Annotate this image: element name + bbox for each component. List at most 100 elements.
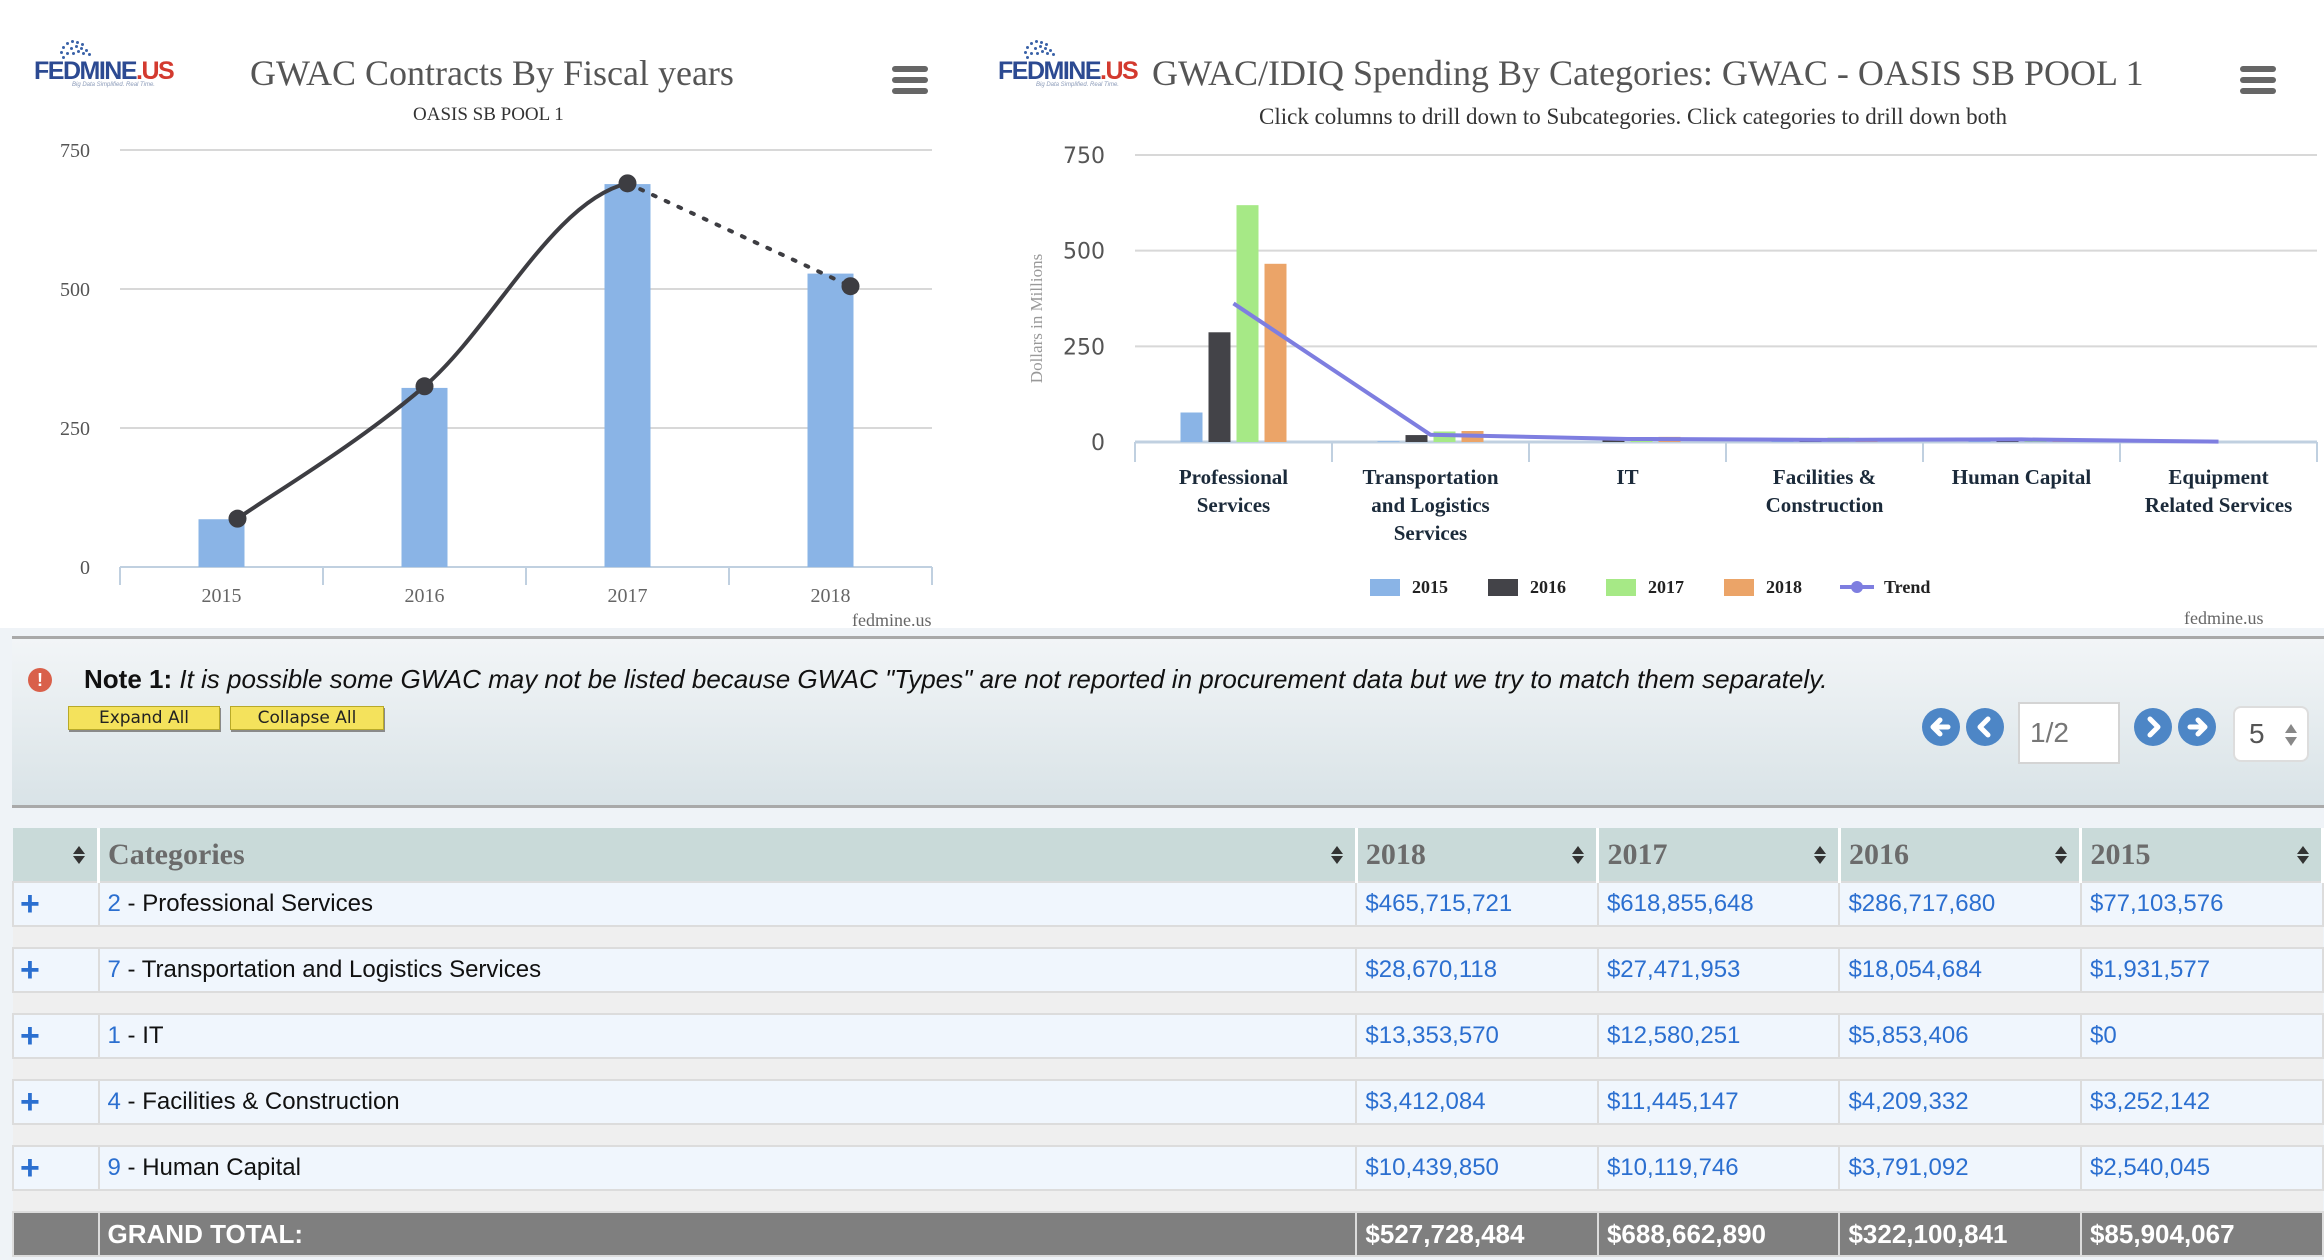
expand-row-button[interactable]: + — [12, 947, 100, 993]
last-page-button[interactable] — [2178, 708, 2216, 746]
amount-link[interactable]: $3,412,084 — [1355, 1079, 1599, 1125]
bar-2016[interactable] — [401, 387, 448, 567]
fedmine-logo-right: FEDMINE.US Big Data Simplified. Real Tim… — [998, 40, 1139, 88]
legend-label-2018[interactable]: 2018 — [1766, 577, 1802, 597]
category-code-link[interactable]: 9 — [108, 1154, 121, 1181]
page-input[interactable]: 1/2 — [2018, 702, 2120, 764]
collapse-all-button[interactable]: Collapse All — [230, 706, 384, 730]
amount-link[interactable]: $4,209,332 — [1838, 1079, 2082, 1125]
amount-link[interactable]: $1,931,577 — [2079, 947, 2324, 993]
column-header-categories[interactable]: Categories — [98, 828, 1358, 882]
left-chart-title: GWAC Contracts By Fiscal years — [250, 53, 734, 93]
sort-icon[interactable] — [1572, 846, 1585, 864]
left-chart-menu-button[interactable] — [892, 66, 928, 94]
bar-2018[interactable] — [807, 273, 854, 567]
y-tick-label: 500 — [60, 279, 90, 301]
arrow-right-icon — [2187, 717, 2208, 737]
sort-icon[interactable] — [2055, 846, 2068, 864]
amount-link[interactable]: $77,103,576 — [2079, 881, 2324, 927]
legend-swatch-2017[interactable] — [1606, 579, 1636, 596]
column-header-2017[interactable]: 2017 — [1597, 828, 1841, 882]
expand-row-button[interactable]: + — [12, 881, 100, 927]
amount-link[interactable]: $2,540,045 — [2079, 1145, 2324, 1191]
expand-all-button[interactable]: Expand All — [68, 706, 220, 730]
expand-column-header[interactable] — [13, 828, 101, 882]
next-page-button[interactable] — [2134, 708, 2172, 746]
right-chart-credit[interactable]: fedmine.us — [2184, 608, 2263, 629]
x-category-label[interactable]: Transportation and Logistics Services — [1362, 465, 1498, 545]
amount-link[interactable]: $5,853,406 — [1838, 1013, 2082, 1059]
first-page-button[interactable] — [1922, 708, 1960, 746]
table-row: +1 - IT $13,353,570 $12,580,251 $5,853,406 $… — [12, 1013, 2324, 1059]
grand-total-value: $688,662,890 — [1596, 1211, 1841, 1257]
column-header-2018[interactable]: 2018 — [1356, 828, 1600, 882]
amount-link[interactable]: $28,670,118 — [1355, 947, 1599, 993]
note-text: Note 1: It is possible some GWAC may not… — [84, 664, 1827, 695]
trend-point-2018[interactable] — [841, 277, 860, 296]
amount-link[interactable]: $10,119,746 — [1596, 1145, 1841, 1191]
sort-icon[interactable] — [1330, 846, 1343, 864]
prev-page-button[interactable] — [1966, 708, 2004, 746]
x-category-label[interactable]: IT — [1616, 465, 1638, 489]
amount-link[interactable]: $27,471,953 — [1596, 947, 1841, 993]
legend-label-2016[interactable]: 2016 — [1530, 577, 1566, 597]
amount-link[interactable]: $286,717,680 — [1838, 881, 2082, 927]
sort-icon[interactable] — [1813, 846, 1826, 864]
amount-link[interactable]: $13,353,570 — [1355, 1013, 1599, 1059]
amount-link[interactable]: $3,791,092 — [1838, 1145, 2082, 1191]
category-code-link[interactable]: 1 — [108, 1022, 121, 1049]
bar-2015-0[interactable] — [1180, 412, 1203, 442]
amount-link[interactable]: $3,252,142 — [2079, 1079, 2324, 1125]
y-tick-label: 500 — [1063, 240, 1105, 265]
table-row: +7 - Transportation and Logistics Servic… — [12, 947, 2324, 993]
bar-2017-0[interactable] — [1236, 205, 1259, 442]
x-category-label[interactable]: Equipment Related Services — [2145, 465, 2293, 517]
logo-tagline: Big Data Simplified. Real Time. — [1036, 82, 1119, 88]
column-header-2016[interactable]: 2016 — [1839, 828, 2083, 882]
category-code-link[interactable]: 2 — [108, 890, 121, 917]
x-tick-label: 2017 — [608, 585, 648, 607]
sort-icon[interactable] — [73, 846, 86, 864]
trend-point-2015[interactable] — [228, 509, 247, 528]
legend-swatch-2016[interactable] — [1488, 579, 1518, 596]
category-code-link[interactable]: 4 — [108, 1088, 121, 1115]
expand-row-button[interactable]: + — [12, 1079, 100, 1125]
trend-point-2017[interactable] — [618, 174, 637, 193]
amount-link[interactable]: $11,445,147 — [1596, 1079, 1841, 1125]
category-cell: 4 - Facilities & Construction — [97, 1079, 1358, 1125]
legend-label-2017[interactable]: 2017 — [1648, 577, 1684, 597]
legend-swatch-2018[interactable] — [1724, 579, 1754, 596]
bar-2018-0[interactable] — [1264, 263, 1287, 442]
amount-link[interactable]: $618,855,648 — [1596, 881, 1841, 927]
x-category-label[interactable]: Facilities & Construction — [1766, 465, 1884, 517]
x-category-label[interactable]: Professional Services — [1179, 465, 1288, 517]
amount-link[interactable]: $10,439,850 — [1355, 1145, 1599, 1191]
category-code-link[interactable]: 7 — [108, 956, 121, 983]
amount-link[interactable]: $18,054,684 — [1838, 947, 2082, 993]
logo-wordmark-suffix: .US — [1100, 57, 1139, 85]
amount-link[interactable]: $12,580,251 — [1596, 1013, 1841, 1059]
legend-label-Trend[interactable]: Trend — [1884, 577, 1930, 597]
x-category-label[interactable]: Human Capital — [1952, 465, 2092, 489]
amount-link[interactable]: $465,715,721 — [1355, 881, 1599, 927]
amount-link[interactable]: $0 — [2079, 1013, 2324, 1059]
grand-total-row: GRAND TOTAL: $527,728,484 $688,662,890 $322… — [12, 1211, 2324, 1257]
legend-label-2015[interactable]: 2015 — [1412, 577, 1448, 597]
expand-row-button[interactable]: + — [12, 1013, 100, 1059]
bar-2016-1[interactable] — [1405, 435, 1428, 442]
table-row: +9 - Human Capital $10,439,850 $10,119,746… — [12, 1145, 2324, 1191]
legend-swatch-2015[interactable] — [1370, 579, 1400, 596]
y-tick-label: 0 — [1091, 431, 1105, 456]
bar-2015-1[interactable] — [1377, 441, 1400, 442]
bar-2016-0[interactable] — [1208, 332, 1231, 442]
sort-icon[interactable] — [2297, 846, 2309, 864]
trend-point-2016[interactable] — [415, 377, 434, 396]
column-header-2015[interactable]: 2015 — [2080, 828, 2324, 882]
logo-dots-icon — [1022, 40, 1056, 60]
grand-total-value: $322,100,841 — [1838, 1211, 2082, 1257]
right-chart-menu-button[interactable] — [2240, 66, 2276, 94]
categories-table: Categories 2018 2017 2016 2015 +2 - Prof… — [12, 828, 2324, 1257]
bar-2017[interactable] — [604, 184, 651, 567]
page-size-select[interactable]: 5 — [2233, 706, 2309, 762]
expand-row-button[interactable]: + — [12, 1145, 100, 1191]
